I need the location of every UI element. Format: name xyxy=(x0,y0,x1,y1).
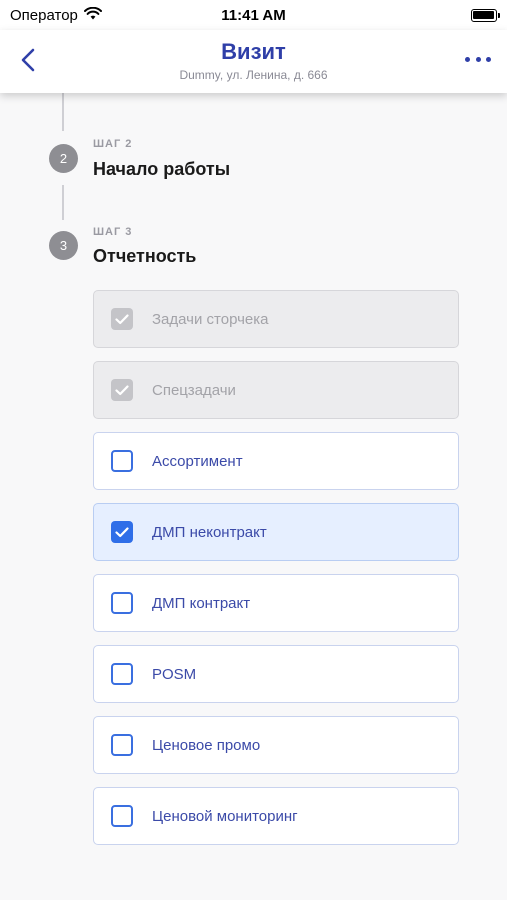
status-bar: Оператор 11:41 AM xyxy=(0,0,507,30)
checkbox-unchecked-icon[interactable] xyxy=(111,592,133,614)
task-item-posm[interactable]: POSM xyxy=(93,645,459,703)
more-options-button[interactable] xyxy=(465,52,491,66)
checkbox-checked-disabled-icon xyxy=(111,379,133,401)
step-label: ШАГ 3 xyxy=(93,226,133,238)
task-item-price-promo[interactable]: Ценовое промо xyxy=(93,716,459,774)
task-item-special-tasks: Спецзадачи xyxy=(93,361,459,419)
task-label: ДМП неконтракт xyxy=(152,523,267,541)
checkbox-unchecked-icon[interactable] xyxy=(111,734,133,756)
page-subtitle: Dummy, ул. Ленина, д. 666 xyxy=(179,68,328,82)
task-label: POSM xyxy=(152,665,197,683)
wifi-icon xyxy=(83,6,102,24)
step-title: Начало работы xyxy=(93,159,231,179)
step-label: ШАГ 2 xyxy=(93,138,133,150)
status-bar-right xyxy=(337,8,500,22)
task-label: Ценовое промо xyxy=(152,736,261,754)
step-number-badge: 2 xyxy=(49,144,78,173)
step-number-badge: 3 xyxy=(49,231,78,260)
navigation-bar: Визит Dummy, ул. Ленина, д. 666 xyxy=(0,30,507,93)
status-time: 11:41 AM xyxy=(221,6,286,24)
checkbox-unchecked-icon[interactable] xyxy=(111,663,133,685)
checkbox-unchecked-icon[interactable] xyxy=(111,805,133,827)
task-label: Ценовой мониторинг xyxy=(152,807,298,825)
timeline-connector xyxy=(62,185,64,220)
checkbox-checked-disabled-icon xyxy=(111,308,133,330)
step-title: Отчетность xyxy=(93,246,197,266)
task-label: ДМП контракт xyxy=(152,594,251,612)
timeline-connector xyxy=(62,93,64,131)
more-dot xyxy=(486,56,491,62)
task-item-dmp-contract[interactable]: ДМП контракт xyxy=(93,574,459,632)
task-item-assortment[interactable]: Ассортимент xyxy=(93,432,459,490)
carrier-name: Оператор xyxy=(10,6,78,24)
page-title: Визит xyxy=(221,39,286,64)
more-dots-icon xyxy=(465,56,470,62)
checkbox-unchecked-icon[interactable] xyxy=(111,450,133,472)
checkbox-checked-icon[interactable] xyxy=(111,521,133,543)
task-item-store-check: Задачи сторчека xyxy=(93,290,459,348)
battery-icon xyxy=(470,8,500,22)
task-label: Ассортимент xyxy=(152,452,243,470)
task-label: Задачи сторчека xyxy=(152,310,269,328)
more-dot xyxy=(475,56,481,62)
task-item-dmp-noncontract[interactable]: ДМП неконтракт xyxy=(93,503,459,561)
status-bar-left: Оператор xyxy=(10,6,170,24)
task-label: Спецзадачи xyxy=(152,381,236,399)
task-item-price-monitoring[interactable]: Ценовой мониторинг xyxy=(93,787,459,845)
